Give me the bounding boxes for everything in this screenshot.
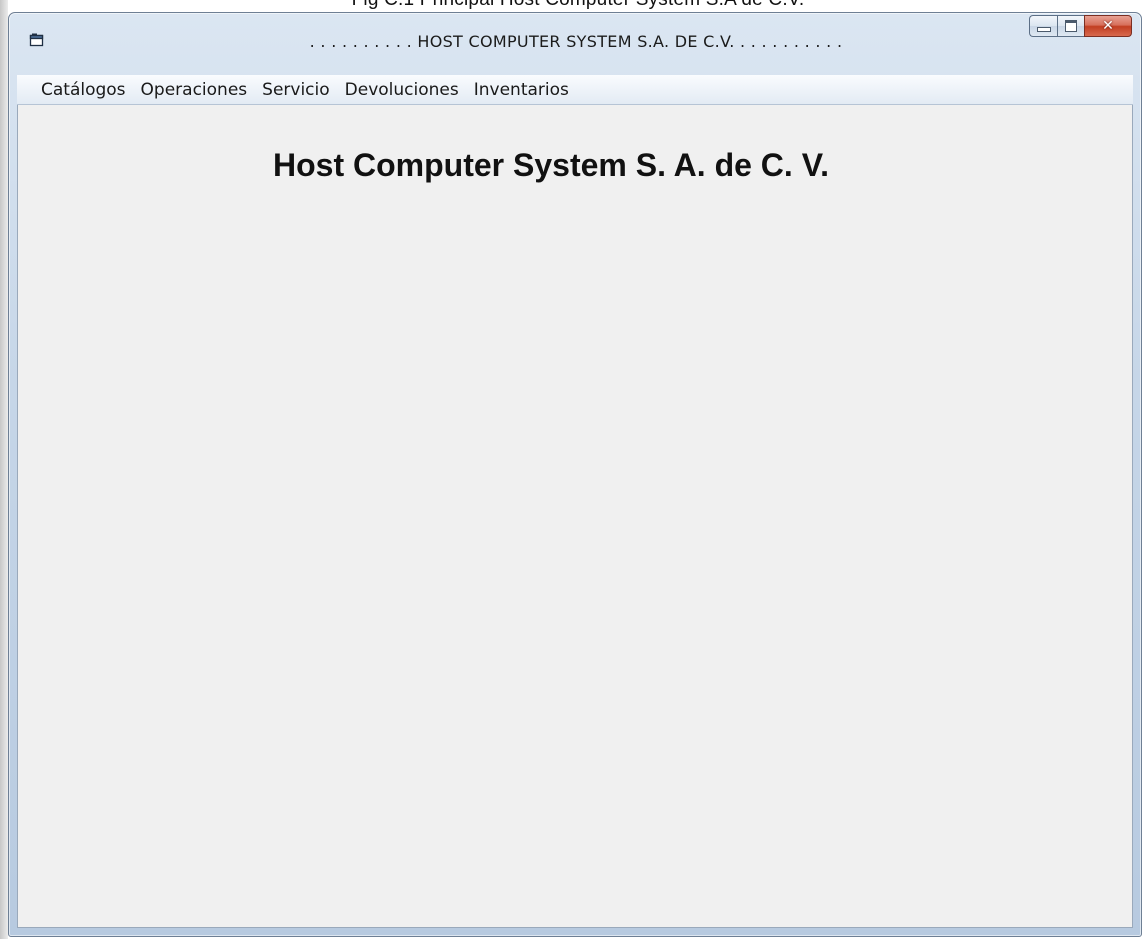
minimize-icon [1036, 27, 1051, 32]
menu-item-devoluciones[interactable]: Devoluciones [345, 80, 459, 100]
window-controls: ✕ [1029, 15, 1132, 37]
menu-item-inventarios[interactable]: Inventarios [474, 80, 569, 100]
menu-item-catalogos[interactable]: Catálogos [41, 80, 126, 100]
client-area: Host Computer System S. A. de C. V. [17, 105, 1133, 928]
main-heading: Host Computer System S. A. de C. V. [273, 147, 829, 183]
title-bar[interactable]: . . . . . . . . . . HOST COMPUTER SYSTEM… [9, 13, 1141, 75]
menu-item-operaciones[interactable]: Operaciones [141, 80, 248, 100]
figure-caption: Fig C.1 Principal Host Computer System S… [0, 0, 1146, 11]
close-button[interactable]: ✕ [1084, 15, 1132, 37]
menu-bar: Catálogos Operaciones Servicio Devolucio… [17, 75, 1133, 105]
minimize-button[interactable] [1029, 15, 1057, 37]
window-title: . . . . . . . . . . HOST COMPUTER SYSTEM… [309, 32, 843, 51]
background-edge [0, 0, 8, 939]
menu-item-servicio[interactable]: Servicio [262, 80, 330, 100]
close-icon: ✕ [1102, 18, 1114, 34]
maximize-button[interactable] [1057, 15, 1084, 37]
maximize-icon [1065, 20, 1077, 32]
app-window: . . . . . . . . . . HOST COMPUTER SYSTEM… [8, 12, 1142, 937]
